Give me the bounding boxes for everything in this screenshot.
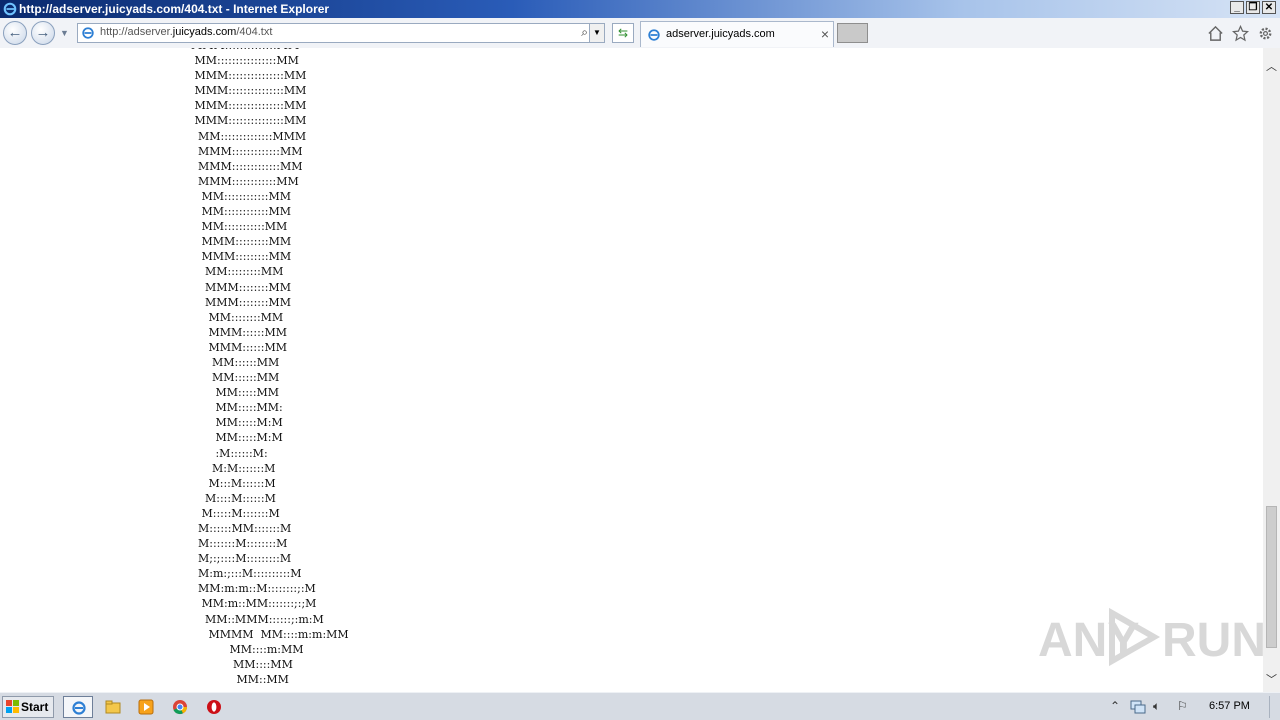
address-host: juicyads.com — [172, 26, 237, 38]
start-label: Start — [21, 700, 49, 714]
volume-icon[interactable]: 🔈︎ — [1153, 699, 1160, 714]
refresh-button[interactable]: ⇆ — [612, 23, 634, 43]
internet-explorer-icon — [3, 2, 17, 16]
minimize-button[interactable]: _ — [1230, 1, 1244, 14]
close-button[interactable]: ✕ — [1262, 1, 1276, 14]
address-url[interactable]: http://adserver.juicyads.com/404.txt — [100, 26, 272, 38]
window-title-bar: http://adserver.juicyads.com/404.txt - I… — [0, 0, 1280, 18]
tab-title: adserver.juicyads.com — [666, 28, 775, 40]
taskbar: Start ⌃ 🔈︎ ⚐ 6:57 PM — [0, 692, 1280, 720]
ascii-art-text: MMM::::::::::::::MM MM::::::::::::::::MM… — [191, 48, 349, 686]
chrome-icon — [173, 700, 187, 715]
toolbar-right-icons — [1207, 25, 1274, 42]
tab-close-icon[interactable]: × — [821, 26, 829, 42]
navigation-bar: ← → ▼ http://adserver.juicyads.com/404.t… — [0, 18, 1280, 49]
system-tray: ⌃ 🔈︎ ⚐ 6:57 PM — [1104, 696, 1280, 718]
taskbar-clock[interactable]: 6:57 PM — [1209, 700, 1250, 712]
address-dropdown-icon[interactable]: ▼ — [589, 24, 604, 42]
internet-explorer-icon — [72, 701, 86, 715]
taskbar-opera[interactable] — [199, 696, 229, 718]
taskbar-file-explorer[interactable] — [98, 696, 128, 718]
forward-icon: → — [35, 24, 51, 41]
show-hidden-icons-arrow-icon[interactable]: ⌃ — [1110, 699, 1120, 713]
taskbar-internet-explorer[interactable] — [63, 696, 93, 718]
start-button[interactable]: Start — [2, 696, 54, 718]
tab-adserver[interactable]: adserver.juicyads.com × — [640, 21, 834, 47]
anyrun-watermark: ANY RUN — [1038, 605, 1266, 671]
tab-page-icon — [648, 29, 660, 41]
windows-flag-icon — [6, 700, 19, 713]
history-dropdown-icon[interactable]: ▼ — [60, 28, 69, 38]
new-tab-button[interactable] — [837, 23, 868, 43]
watermark-text-right: RUN — [1162, 614, 1266, 667]
opera-icon — [207, 700, 221, 714]
taskbar-media-player[interactable] — [131, 696, 161, 718]
search-icon[interactable]: ⌕ — [581, 25, 588, 40]
vertical-scrollbar[interactable]: ︿ ﹀ — [1263, 48, 1280, 692]
scroll-up-arrow-icon[interactable]: ︿ — [1266, 58, 1277, 73]
restore-button[interactable]: ❐ — [1246, 1, 1260, 14]
forward-button[interactable]: → — [31, 21, 55, 45]
taskbar-chrome[interactable] — [165, 696, 195, 718]
home-icon[interactable] — [1207, 25, 1224, 42]
media-player-icon — [138, 699, 154, 715]
back-icon: ← — [7, 24, 23, 41]
address-scheme: http://adserver. — [100, 26, 173, 38]
tools-gear-icon[interactable] — [1257, 25, 1274, 42]
window-title: http://adserver.juicyads.com/404.txt - I… — [19, 2, 330, 16]
page-content: MMM::::::::::::::MM MM::::::::::::::::MM… — [0, 48, 1263, 692]
show-desktop-button[interactable] — [1269, 696, 1280, 718]
favorites-star-icon[interactable] — [1232, 25, 1249, 42]
scroll-thumb[interactable] — [1266, 506, 1277, 648]
watermark-play-icon — [1109, 607, 1161, 667]
address-bar[interactable]: http://adserver.juicyads.com/404.txt ⌕ ▼ — [77, 23, 605, 43]
scroll-down-arrow-icon[interactable]: ﹀ — [1266, 671, 1277, 686]
action-center-flag-icon[interactable]: ⚐ — [1177, 699, 1188, 713]
network-icon[interactable] — [1130, 699, 1146, 715]
address-path: /404.txt — [236, 26, 273, 38]
page-icon — [82, 27, 94, 39]
refresh-icon: ⇆ — [617, 26, 629, 40]
back-button[interactable]: ← — [3, 21, 27, 45]
window-controls: _ ❐ ✕ — [1230, 1, 1276, 14]
file-explorer-icon — [105, 700, 121, 714]
